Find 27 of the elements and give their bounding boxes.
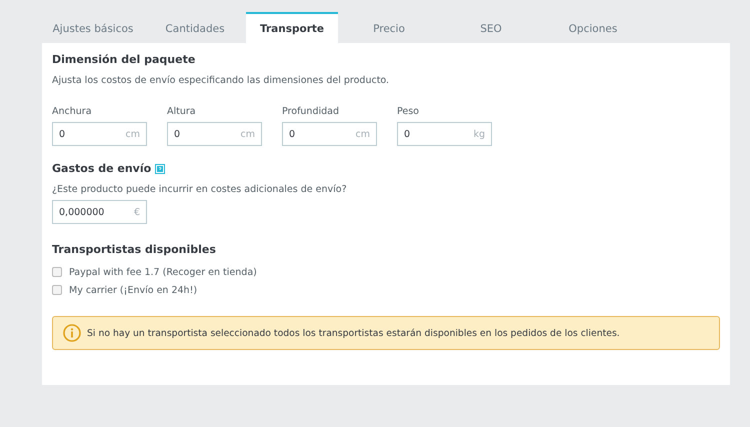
tab[interactable]: Transporte xyxy=(246,12,338,43)
field-label: Anchura xyxy=(52,106,93,117)
input-field[interactable]: 0 cm xyxy=(52,122,147,146)
tab[interactable]: Precio xyxy=(338,12,440,43)
checkbox[interactable] xyxy=(52,267,62,277)
input-field[interactable]: 0 cm xyxy=(282,122,377,146)
tab[interactable]: Opciones xyxy=(542,12,644,43)
checkbox-label: My carrier (¡Envío en 24h!) xyxy=(69,284,198,296)
input-field[interactable]: 0 kg xyxy=(397,122,492,146)
tab[interactable]: Ajustes básicos xyxy=(42,12,144,43)
field-label: Profundidad xyxy=(282,106,340,117)
field-label: Altura xyxy=(167,106,197,117)
input-field[interactable]: 0 cm xyxy=(167,122,262,146)
checkbox-label: Paypal with fee 1.7 (Recoger en tienda) xyxy=(69,266,257,278)
section-title: Dimensión del paquete xyxy=(52,53,196,66)
field-label: ¿Este producto puede incurrir en costes adicionales de envío? xyxy=(52,184,348,195)
info-icon xyxy=(63,324,81,342)
section-description: Ajusta los costos de envío especificando las dimensiones del producto. xyxy=(52,75,390,86)
checkbox[interactable] xyxy=(52,285,62,295)
alert-message: Si no hay un transportista seleccionado todos los transportistas estarán disponibles en los pedidos de los clientes. xyxy=(87,328,620,338)
input-field[interactable]: 0,000000 € xyxy=(52,200,147,224)
tab[interactable]: Cantidades xyxy=(144,12,246,43)
section-title: Gastos de envío xyxy=(52,162,152,175)
field-label: Peso xyxy=(397,106,420,117)
tab[interactable]: SEO xyxy=(440,12,542,43)
section-title: Transportistas disponibles xyxy=(52,243,217,256)
help-icon[interactable] xyxy=(155,164,166,174)
